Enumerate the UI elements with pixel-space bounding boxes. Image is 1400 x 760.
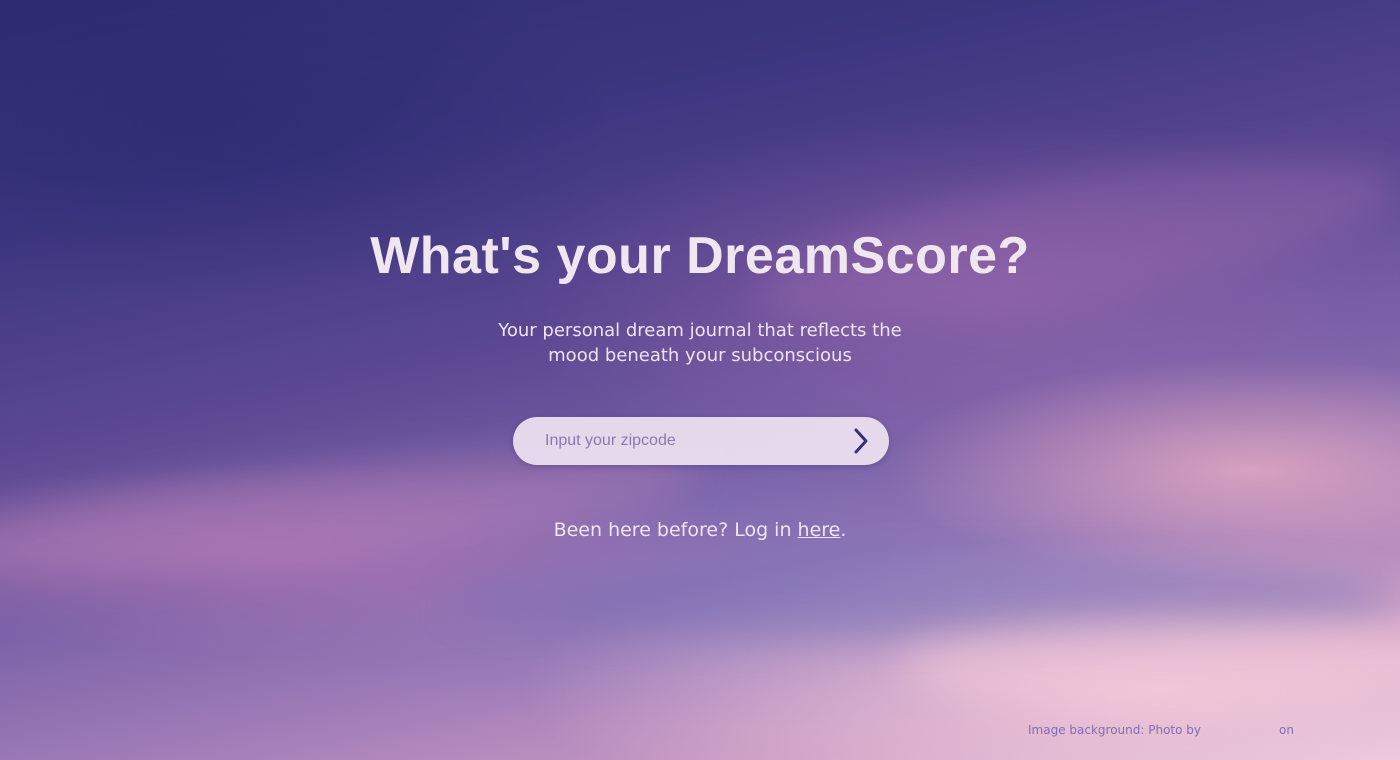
- subtitle-line-1: Your personal dream journal that reflect…: [498, 320, 902, 341]
- zipcode-form: [513, 417, 889, 465]
- login-prompt: Been here before? Log in here.: [0, 519, 1400, 541]
- login-prompt-suffix: .: [840, 519, 847, 541]
- credit-suffix: on: [1279, 723, 1294, 737]
- hero-section: What's your DreamScore?: [0, 226, 1400, 286]
- login-link[interactable]: here: [798, 519, 841, 541]
- zipcode-input[interactable]: [545, 417, 835, 465]
- submit-zipcode-button[interactable]: [845, 425, 877, 457]
- photo-credit: Image background: Photo by on: [1028, 723, 1294, 737]
- chevron-right-icon: [854, 428, 868, 454]
- subtitle-line-2: mood beneath your subconscious: [548, 345, 852, 366]
- login-prompt-text: Been here before? Log in: [553, 519, 798, 541]
- page-subtitle: Your personal dream journal that reflect…: [450, 318, 950, 368]
- cloud-decoration: [900, 620, 1400, 710]
- page-title: What's your DreamScore?: [370, 227, 1030, 285]
- credit-prefix: Image background: Photo by: [1028, 723, 1201, 737]
- cloud-decoration: [450, 560, 1400, 640]
